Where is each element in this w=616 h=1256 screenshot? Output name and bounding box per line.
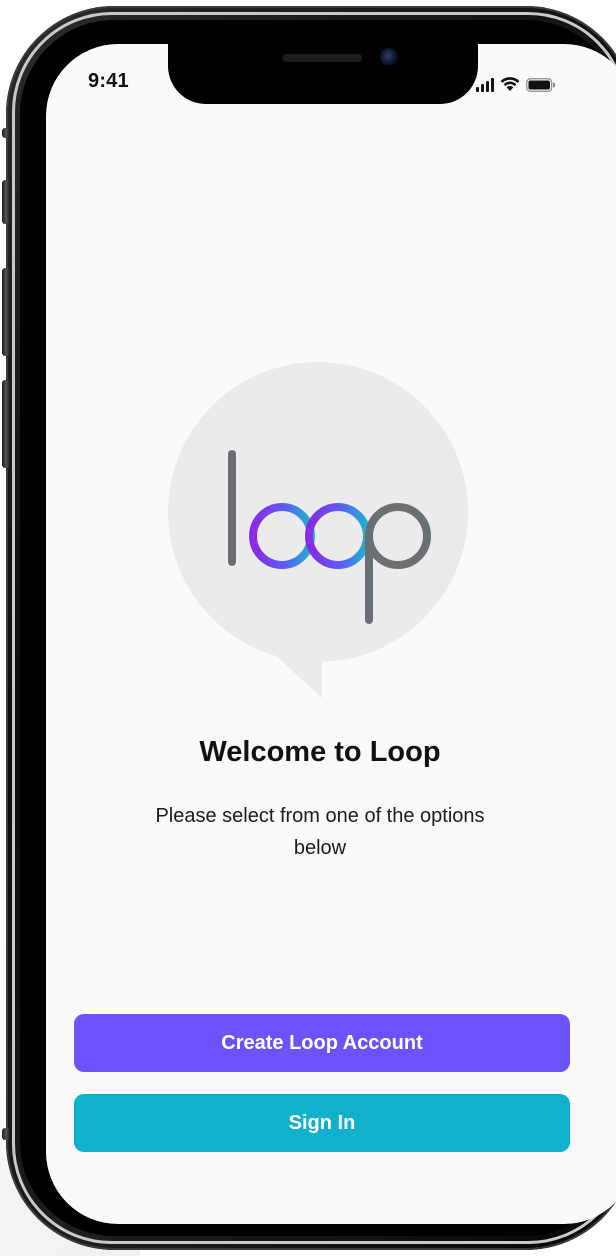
wifi-icon — [500, 77, 520, 91]
side-antenna-line — [2, 1128, 10, 1140]
loop-logo — [166, 362, 470, 702]
status-icons — [476, 74, 556, 92]
front-camera-icon — [380, 48, 398, 66]
device-mockup: 9:41 Welcome to Loop Please select from … — [0, 0, 616, 1256]
notch — [168, 44, 478, 104]
welcome-title: Welcome to Loop — [199, 736, 441, 768]
mute-switch — [2, 180, 10, 224]
loop-logo-graphic — [168, 362, 468, 698]
welcome-subtitle: Please select from one of the options be… — [155, 805, 485, 859]
volume-up-button — [2, 268, 10, 356]
speaker-grille — [282, 54, 362, 62]
app-screen: 9:41 Welcome to Loop Please select from … — [46, 44, 616, 1224]
sign-in-button[interactable]: Sign In — [74, 1094, 570, 1152]
battery-icon — [526, 78, 555, 92]
cellular-signal-icon — [476, 78, 494, 92]
side-switch — [2, 128, 10, 138]
home-indicator-area — [46, 1194, 616, 1224]
volume-down-button — [2, 380, 10, 468]
create-account-button[interactable]: Create Loop Account — [74, 1014, 570, 1072]
status-time: 9:41 — [88, 70, 129, 92]
